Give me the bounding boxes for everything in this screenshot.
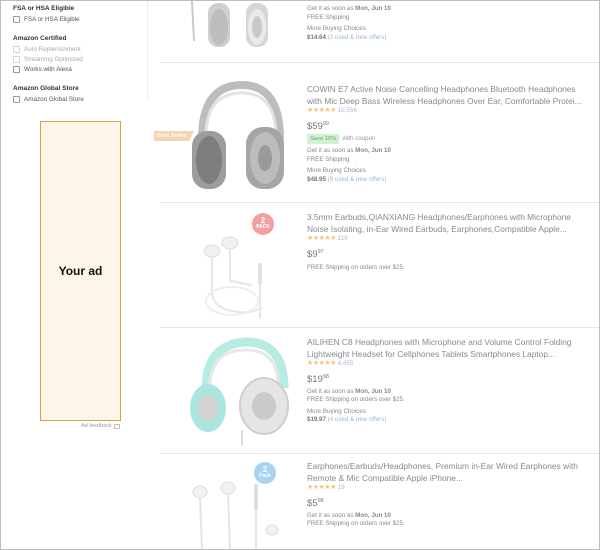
delivery-line: Get it as soon as Mon, Jun 10 [307,5,391,12]
product-image[interactable] [172,470,300,549]
checkbox-icon[interactable] [13,15,20,23]
folding-headphones-image-icon [190,337,289,446]
ad-text: Your ad [58,264,103,278]
coupon-row: Save 10% with coupon [307,133,592,145]
star-rating-icon: ★★★★★ [307,235,336,242]
more-buying-choices: More Buying Choices [307,407,366,415]
coupon-badge: Save 10% [307,133,340,145]
earbuds-image-icon [203,236,263,319]
product-image[interactable] [172,211,300,323]
price[interactable]: $1998 [307,371,592,386]
product-title-link[interactable]: Earphones/Earbuds/Headphones, Premium in… [307,460,592,484]
result-item: 2 PACK 3.5mm Earbuds,QIANXIANG Headphone… [160,203,599,328]
checkbox-icon [13,45,20,53]
rating-row[interactable]: ★★★★★ 119 [307,235,592,244]
pack-badge: 2 PACK [252,213,274,235]
filter-fsa-label: FSA or HSA Eligible [24,15,80,23]
product-image[interactable] [172,79,300,197]
delivery-line: Get it as soon as Mon, Jun 10 [307,511,391,519]
result-info: AILIHEN C8 Headphones with Microphone an… [307,336,592,425]
filter-global-store-checkbox[interactable]: Amazon Global Store [13,94,151,104]
result-item: 2 Pack Earphones/Earbuds/Headphones, Pre… [160,454,599,549]
star-rating-icon: ★★★★★ [307,484,336,491]
shipping-text: FREE Shipping [307,13,350,21]
star-rating-icon: ★★★★★ [307,107,336,114]
product-title-link[interactable]: 3.5mm Earbuds,QIANXIANG Headphones/Earph… [307,211,592,235]
delivery-line: Get it as soon as Mon, Jun 10 [307,147,391,155]
star-rating-icon: ★★★★★ [307,360,336,367]
checkbox-icon[interactable] [13,65,20,73]
search-results-page: FSA or HSA Eligible FSA or HSA Eligible … [0,0,600,550]
price[interactable]: $997 [307,246,592,261]
more-offers-line[interactable]: $48.95 (8 used & new offers) [307,176,592,185]
wired-earbuds-image-icon [192,481,279,549]
filter-streaming-optimized: Streaming Optimized [13,54,151,64]
more-buying-choices: More Buying Choices [307,167,366,175]
headphones-image-icon [191,1,268,47]
result-item: Best Seller COWIN E7 Active Noise Cancel… [154,63,599,203]
delivery-line: Get it as soon as Mon, Jun 10 [307,387,391,395]
shipping-text: FREE Shipping [307,155,350,163]
more-offers-line[interactable]: $14.64 (2 used & new offers) [307,34,592,43]
price[interactable]: $5999 [307,118,592,133]
filter-sidebar: FSA or HSA Eligible FSA or HSA Eligible … [13,1,151,104]
ad-feedback-link[interactable]: Ad feedback [81,423,120,429]
checkbox-icon [13,55,20,63]
coupon-text: with coupon [342,134,376,142]
feedback-icon [113,423,120,429]
more-offers-line[interactable]: $19.97 (4 used & new offers) [307,416,592,425]
rating-row[interactable]: ★★★★★ 4,455 [307,360,592,369]
over-ear-headphones-image-icon [192,80,284,189]
filter-works-with-alexa[interactable]: Works with Alexa [13,64,151,74]
rating-row[interactable]: ★★★★★ 10,556 [307,107,592,116]
rating-row[interactable]: ★★★★★ 19 [307,484,592,493]
sponsored-ad-slot[interactable]: Your ad [40,121,121,421]
sidebar-divider [147,1,148,101]
result-item: AILIHEN C8 Headphones with Microphone an… [160,328,599,454]
filter-fsa-checkbox[interactable]: FSA or HSA Eligible [13,14,151,24]
product-title-link[interactable]: COWIN E7 Active Noise Cancelling Headpho… [307,83,592,107]
shipping-text: FREE Shipping on orders over $25. [307,396,405,404]
pack-badge: 2 Pack [254,462,276,484]
filter-streaming-optimized-label: Streaming Optimized [24,55,83,63]
product-image[interactable] [172,1,300,59]
result-info: Earphones/Earbuds/Headphones, Premium in… [307,460,592,529]
rating-count: 4,455 [337,360,354,367]
price[interactable]: $598 [307,495,592,510]
filter-heading-amazon-certified: Amazon Certified [13,35,67,42]
checkbox-icon[interactable] [13,95,20,103]
ad-feedback-label: Ad feedback [81,423,112,429]
rating-count: 10,556 [337,107,357,114]
result-info: Get it as soon as Mon, Jun 10 FREE Shipp… [307,5,592,42]
shipping-text: FREE Shipping on orders over $25. [307,520,405,528]
result-info: COWIN E7 Active Noise Cancelling Headpho… [307,83,592,184]
rating-count: 19 [337,484,345,491]
filter-heading-global-store: Amazon Global Store [13,85,79,92]
filter-global-store-label: Amazon Global Store [24,95,84,103]
result-item: Get it as soon as Mon, Jun 10 FREE Shipp… [160,1,599,63]
more-buying-choices: More Buying Choices [307,25,366,32]
filter-heading-fsa: FSA or HSA Eligible [13,5,75,12]
filter-works-with-alexa-label: Works with Alexa [24,65,72,73]
product-title-link[interactable]: AILIHEN C8 Headphones with Microphone an… [307,336,592,360]
filter-auto-replenishment: Auto Replenishment [13,44,151,54]
result-info: 3.5mm Earbuds,QIANXIANG Headphones/Earph… [307,211,592,272]
filter-auto-replenishment-label: Auto Replenishment [24,45,81,53]
rating-count: 119 [337,235,348,242]
shipping-text: FREE Shipping on orders over $25. [307,263,405,271]
product-image[interactable] [172,334,300,448]
